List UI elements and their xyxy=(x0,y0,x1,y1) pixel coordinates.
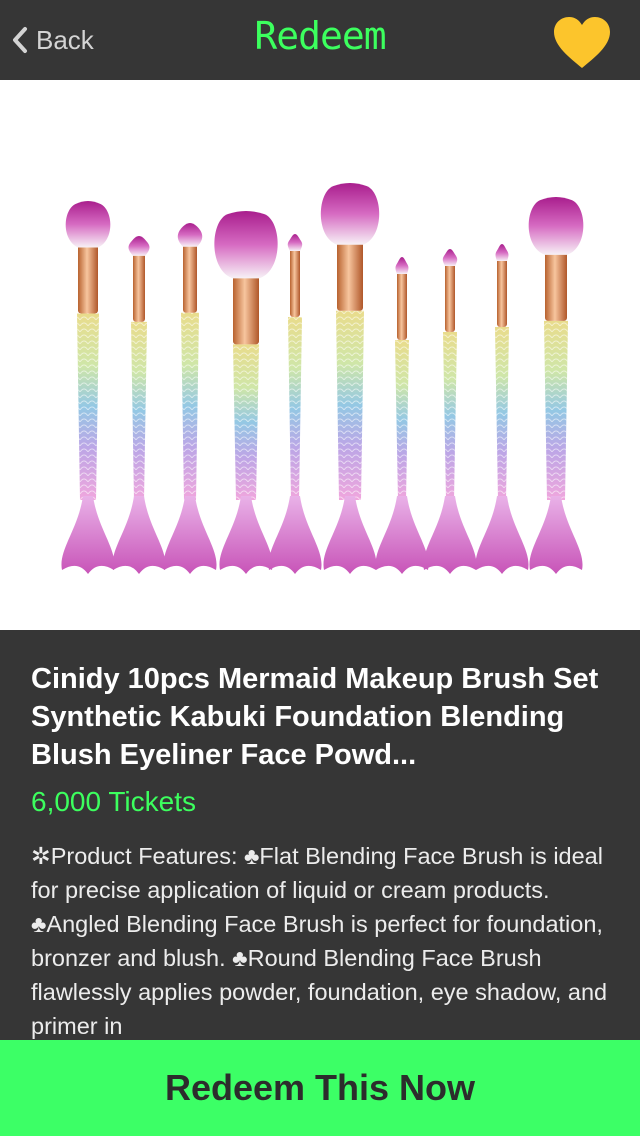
brush-ferrule xyxy=(78,243,98,314)
brush-bristles xyxy=(287,234,303,251)
brush-tail xyxy=(529,496,583,574)
brush-ferrule xyxy=(397,270,407,340)
brush-tail xyxy=(323,496,377,574)
brush-ferrule xyxy=(545,250,567,321)
brush-ferrule xyxy=(290,247,300,317)
brush-tail xyxy=(268,496,322,574)
ticket-price: 6,000 Tickets xyxy=(31,786,196,817)
brush-bristles xyxy=(528,197,584,255)
nav-bar: Back Redeem xyxy=(0,0,640,80)
brush-ferrule xyxy=(183,242,197,313)
product-title: Cinidy 10pcs Mermaid Makeup Brush Set Sy… xyxy=(31,663,599,771)
brush-ferrule xyxy=(133,251,145,322)
brush-set-illustration xyxy=(61,183,584,574)
brush-bristles xyxy=(495,244,509,261)
brush-bristles xyxy=(395,257,409,274)
product-image xyxy=(0,80,640,630)
product-info: Cinidy 10pcs Mermaid Makeup Brush Set Sy… xyxy=(0,630,640,1040)
brush-tail xyxy=(163,496,217,574)
brush-tail xyxy=(219,496,273,574)
brush-bristles xyxy=(65,201,111,248)
brush-ferrule xyxy=(445,262,455,332)
brush-ferrule xyxy=(337,240,363,311)
brush-tail xyxy=(475,496,529,574)
brush-tail xyxy=(112,496,166,574)
brush-bristles xyxy=(214,211,278,279)
brush-bristles xyxy=(128,236,150,256)
redeem-now-button[interactable]: Redeem This Now xyxy=(0,1040,640,1136)
brush-ferrule xyxy=(497,257,507,327)
brush-bristles xyxy=(177,223,203,247)
brush-tail xyxy=(61,496,115,574)
brush-tail xyxy=(375,496,429,574)
brush-ferrule xyxy=(233,274,259,345)
brush-bristles xyxy=(320,183,380,245)
heart-icon[interactable] xyxy=(552,16,612,70)
page-title: Redeem xyxy=(254,14,386,58)
brush-bristles xyxy=(442,249,458,266)
product-description: ✲Product Features: ♣Flat Blending Face B… xyxy=(31,843,608,1039)
brush-tail xyxy=(423,496,477,574)
